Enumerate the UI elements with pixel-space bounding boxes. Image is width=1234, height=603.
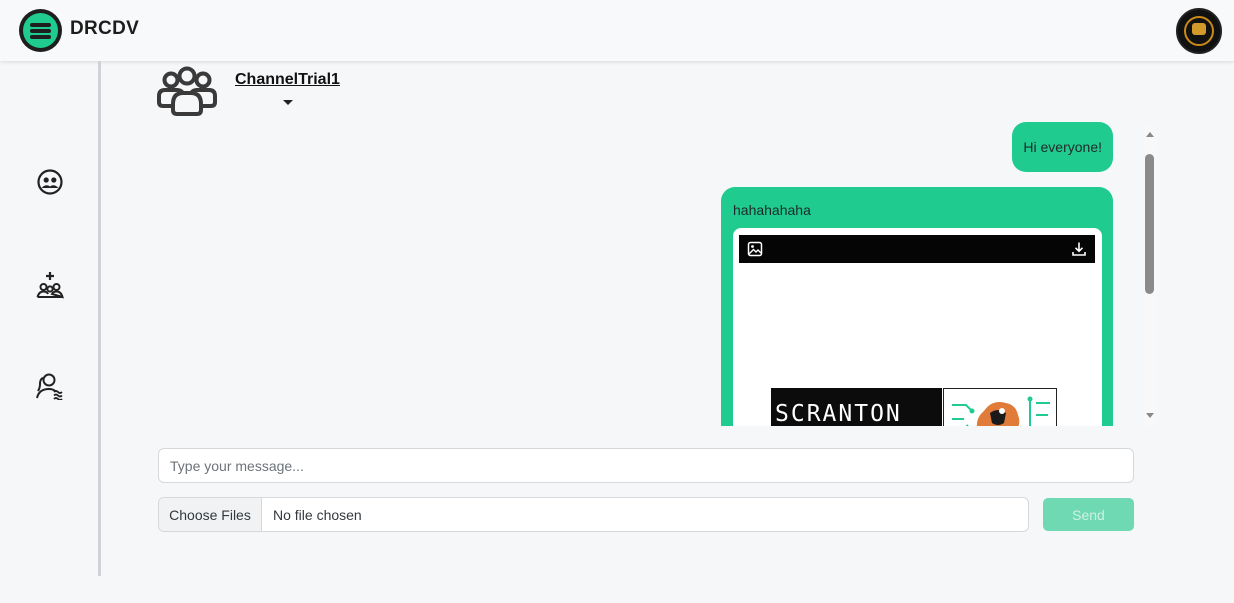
send-button[interactable]: Send [1043, 498, 1134, 531]
scrollbar-thumb[interactable] [1145, 154, 1154, 294]
channel-name[interactable]: ChannelTrial1 [235, 71, 340, 89]
top-navbar: DRCDV [0, 0, 1234, 61]
file-status-text: No file chosen [273, 507, 362, 523]
attachment-image-text: SCRANTON [771, 388, 942, 426]
message-text: Hi everyone! [1023, 139, 1102, 155]
user-list-icon[interactable] [32, 367, 68, 403]
chat-scrollbar[interactable] [1143, 126, 1157, 426]
message-bubble: hahahahaha SCRANTON [721, 187, 1113, 426]
scroll-up-icon[interactable] [1146, 132, 1154, 137]
file-input[interactable]: Choose Files No file chosen [158, 497, 1029, 532]
message-list[interactable]: Hi everyone! hahahahaha SCRANTON [157, 122, 1157, 426]
user-avatar[interactable] [1176, 8, 1222, 54]
message-input[interactable] [158, 448, 1134, 483]
app-logo[interactable] [19, 9, 62, 52]
add-group-icon[interactable] [32, 267, 68, 303]
team-icon[interactable] [32, 164, 68, 200]
message-bubble: Hi everyone! [1012, 122, 1113, 172]
choose-files-button[interactable]: Choose Files [159, 498, 262, 531]
scroll-down-icon[interactable] [1146, 413, 1154, 418]
brand-name[interactable]: DRCDV [70, 18, 139, 40]
message-text: hahahahaha [733, 202, 811, 218]
download-icon[interactable] [1071, 241, 1087, 257]
group-icon [155, 66, 219, 118]
image-icon[interactable] [747, 241, 763, 257]
image-attachment[interactable]: SCRANTON [733, 228, 1102, 426]
channel-dropdown-caret-icon[interactable] [283, 100, 293, 105]
attachment-image-art [943, 388, 1057, 426]
attachment-toolbar [739, 235, 1095, 263]
sidebar [0, 61, 101, 576]
